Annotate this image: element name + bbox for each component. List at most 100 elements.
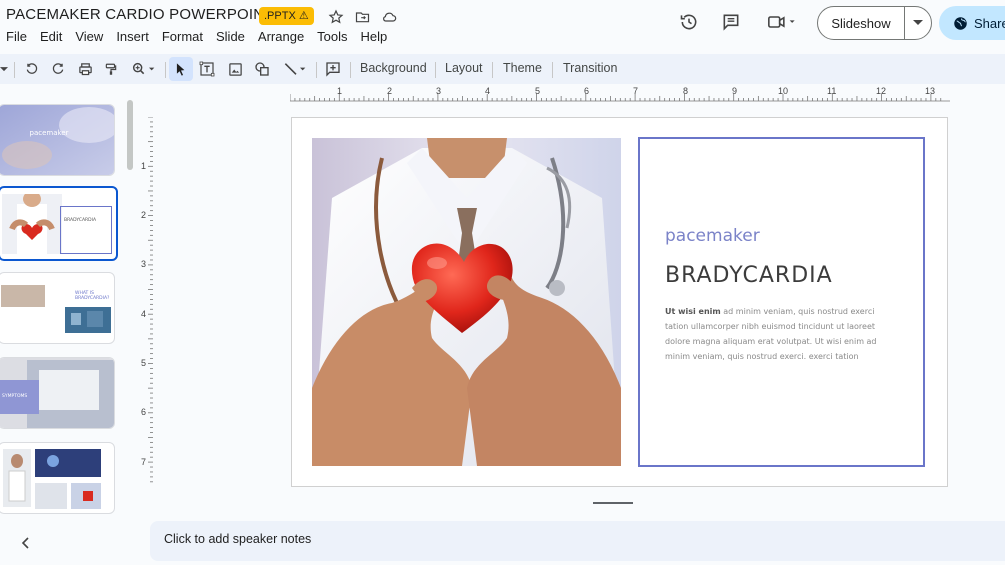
document-title[interactable]: PACEMAKER CARDIO POWERPOINT [6, 6, 274, 23]
menu-slide[interactable]: Slide [216, 29, 245, 44]
doctor-heart-image [312, 138, 621, 466]
ruler-label: 8 [683, 86, 689, 96]
thumbnail-3-image [1, 285, 111, 333]
collapse-filmstrip-icon[interactable] [16, 534, 34, 552]
ruler-label: 2 [141, 210, 147, 220]
title-text-box[interactable]: pacemaker BRADYCARDIA Ut wisi enim ad mi… [638, 137, 925, 467]
slide-canvas[interactable]: pacemaker BRADYCARDIA Ut wisi enim ad mi… [291, 117, 948, 487]
slide-thumbnail-2[interactable]: BRADYCARDIA [0, 186, 118, 261]
slide-thumbnail-4[interactable]: SYMPTOMS [0, 357, 115, 429]
menu-format[interactable]: Format [162, 29, 203, 44]
share-label: Share [974, 15, 1005, 31]
slide-filmstrip: pacemaker BRADYCARDIA WHAT IS BRADYCARDI… [0, 92, 140, 522]
ruler-label: 11 [827, 86, 837, 96]
select-cursor-icon[interactable] [169, 57, 193, 81]
background-button[interactable]: Background [360, 61, 427, 75]
thumbnail-1-image [0, 105, 114, 175]
toolbar-divider [316, 62, 317, 78]
ruler-label: 6 [584, 86, 590, 96]
comments-icon[interactable] [720, 11, 742, 33]
menu-insert[interactable]: Insert [116, 29, 149, 44]
ruler-label: 3 [436, 86, 442, 96]
doctor-heart-photo[interactable] [312, 138, 621, 466]
theme-button[interactable]: Theme [503, 61, 542, 75]
menu-tools[interactable]: Tools [317, 29, 347, 44]
speaker-notes[interactable]: Click to add speaker notes [150, 521, 1005, 561]
vertical-ruler: 1 2 3 4 5 6 7 [138, 117, 154, 487]
thumbnail-3-title: WHAT IS BRADYCARDIA? [75, 291, 110, 301]
insert-image-icon[interactable] [225, 59, 245, 79]
add-comment-icon[interactable] [323, 59, 343, 79]
toolbar-divider [552, 62, 553, 78]
slides-editor: PACEMAKER CARDIO POWERPOINT .PPTX ⚠ File… [0, 0, 1005, 565]
shape-icon[interactable] [252, 59, 272, 79]
toolbar-divider [492, 62, 493, 78]
menu-view[interactable]: View [75, 29, 103, 44]
print-icon[interactable] [75, 59, 95, 79]
ruler-label: 4 [141, 309, 147, 319]
ruler-label: 1 [141, 161, 147, 171]
ruler-label: 12 [876, 86, 887, 96]
toolbar-divider [435, 62, 436, 78]
ruler-label: 6 [141, 407, 147, 417]
undo-icon[interactable] [22, 59, 42, 79]
menu-bar: File Edit View Insert Format Slide Arran… [6, 29, 400, 44]
zoom-icon[interactable] [128, 59, 162, 79]
speaker-notes-placeholder[interactable]: Click to add speaker notes [164, 532, 311, 546]
ruler-label: 1 [337, 86, 343, 96]
notes-resize-handle[interactable] [593, 502, 633, 504]
ruler-label: 4 [485, 86, 491, 96]
new-slide-dropdown-icon[interactable] [0, 59, 14, 79]
slide-subtitle[interactable]: pacemaker [665, 226, 760, 246]
ruler-label: 7 [141, 457, 147, 467]
toolbar-divider [14, 62, 15, 78]
filmstrip-scrollbar[interactable] [127, 100, 133, 170]
version-history-icon[interactable] [678, 11, 700, 33]
thumbnail-4-title: SYMPTOMS [2, 394, 28, 399]
star-icon[interactable] [327, 8, 345, 26]
menu-file[interactable]: File [6, 29, 27, 44]
pptx-badge[interactable]: .PPTX ⚠ [259, 7, 314, 25]
ruler-label: 10 [778, 86, 789, 96]
menu-arrange[interactable]: Arrange [258, 29, 304, 44]
horizontal-ruler: 1 2 3 4 5 6 7 8 9 10 11 12 13 [290, 86, 950, 102]
ruler-label: 2 [387, 86, 393, 96]
cloud-status-icon[interactable] [380, 8, 398, 26]
paint-format-icon[interactable] [101, 59, 121, 79]
share-button[interactable]: Share [939, 6, 1005, 40]
thumbnail-2-box [60, 206, 112, 254]
toolbar-divider [165, 62, 166, 78]
slideshow-button[interactable]: Slideshow [817, 6, 932, 40]
move-folder-icon[interactable] [353, 8, 371, 26]
meet-camera-icon[interactable] [764, 11, 802, 33]
ruler-v-ticks [148, 117, 153, 483]
line-icon[interactable] [279, 59, 313, 79]
body-bold-lead: Ut wisi enim [665, 307, 721, 316]
slide-heading[interactable]: BRADYCARDIA [665, 263, 833, 288]
slideshow-label[interactable]: Slideshow [818, 16, 904, 31]
toolbar-divider [350, 62, 351, 78]
ruler-label: 9 [732, 86, 738, 96]
ruler-label: 3 [141, 259, 147, 269]
slideshow-dropdown-icon[interactable] [905, 20, 931, 26]
title-bar: PACEMAKER CARDIO POWERPOINT .PPTX ⚠ File… [0, 0, 1005, 52]
ruler-label: 5 [141, 358, 147, 368]
thumbnail-5-image [3, 449, 101, 509]
slide-thumbnail-3[interactable]: WHAT IS BRADYCARDIA? [0, 272, 115, 344]
slide-thumbnail-5[interactable] [0, 442, 115, 514]
globe-icon [954, 16, 967, 30]
toolbar: Background Layout Theme Transition [0, 54, 1005, 84]
ruler-label: 13 [925, 86, 936, 96]
menu-edit[interactable]: Edit [40, 29, 62, 44]
text-box-icon[interactable] [197, 59, 217, 79]
ruler-label: 5 [535, 86, 541, 96]
ruler-label: 7 [633, 86, 639, 96]
slide-body-text[interactable]: Ut wisi enim ad minim veniam, quis nostr… [665, 304, 880, 364]
layout-button[interactable]: Layout [445, 61, 483, 75]
menu-help[interactable]: Help [361, 29, 388, 44]
thumbnail-1-title: pacemaker [29, 129, 69, 137]
thumbnail-2-title: BRADYCARDIA [64, 218, 97, 223]
redo-icon[interactable] [48, 59, 68, 79]
transition-button[interactable]: Transition [563, 61, 617, 75]
slide-thumbnail-1[interactable]: pacemaker [0, 104, 115, 176]
